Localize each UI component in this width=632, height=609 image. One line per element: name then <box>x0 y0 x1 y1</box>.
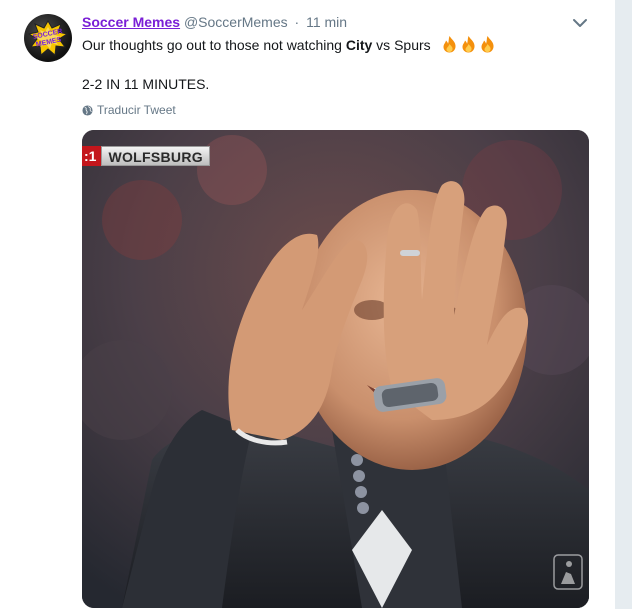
translate-label: Traducir Tweet <box>97 103 176 117</box>
tv-scorebug: :1 WOLFSBURG <box>82 146 210 166</box>
avatar[interactable]: SOCCER MEMES <box>24 14 72 62</box>
tweet-text-part1: Our thoughts go out to those not watchin… <box>82 37 346 53</box>
separator-dot: · <box>294 14 300 30</box>
timestamp[interactable]: 11 min <box>306 14 347 30</box>
tweet-media-image[interactable]: :1 WOLFSBURG <box>82 130 589 608</box>
scorebug-team: WOLFSBURG <box>101 146 210 166</box>
translate-tweet-link[interactable]: Traducir Tweet <box>82 103 176 117</box>
tweet-card[interactable]: SOCCER MEMES Soccer Memes @SoccerMemes ·… <box>0 0 616 609</box>
scorebug-score: :1 <box>82 146 102 166</box>
tweet-header: Soccer Memes @SoccerMemes · 11 min <box>82 13 347 31</box>
tweet-text-bold: City <box>345 37 373 53</box>
coach-reaction-photo <box>82 130 589 608</box>
soccer-memes-logo: SOCCER MEMES <box>28 20 68 56</box>
chevron-down-icon[interactable] <box>572 16 588 30</box>
user-handle[interactable]: @SoccerMemes <box>184 14 288 30</box>
bundesliga-logo <box>553 554 583 590</box>
fire-emoji-icon <box>481 36 494 53</box>
fire-emoji-icon <box>462 36 475 53</box>
display-name[interactable]: Soccer Memes <box>82 14 180 30</box>
globe-icon <box>82 104 93 116</box>
tweet-text-line2: 2-2 IN 11 MINUTES. <box>82 76 210 92</box>
fire-emoji-group <box>439 36 496 53</box>
tweet-text-part2: vs Spurs <box>372 37 431 53</box>
tweet-text: Our thoughts go out to those not watchin… <box>82 35 496 54</box>
fire-emoji-icon <box>443 36 456 53</box>
